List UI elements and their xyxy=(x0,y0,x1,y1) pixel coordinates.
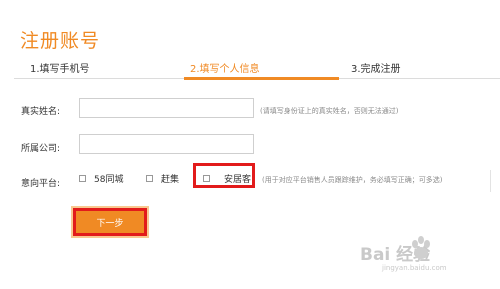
checkbox-ganji[interactable] xyxy=(146,175,153,182)
company-label: 所属公司: xyxy=(21,144,61,154)
real-name-label: 真实姓名: xyxy=(21,107,61,117)
baidu-jingyan-watermark: Bai 经验 jingyan.baidu.com xyxy=(356,236,486,280)
platform-hint: (用于对应平台销售人员跟踪维护，务必填写正确；可多选) xyxy=(262,176,443,184)
real-name-hint: (请填写身份证上的真实姓名，否则无法通过) xyxy=(260,107,399,115)
checkbox-58[interactable] xyxy=(79,175,86,182)
step-3: 3.完成注册 xyxy=(351,64,401,75)
next-step-button[interactable]: 下一步 xyxy=(73,208,147,236)
company-input[interactable] xyxy=(79,134,254,154)
platform-label: 意向平台: xyxy=(21,179,61,189)
step-2-active: 2.填写个人信息 xyxy=(190,64,260,75)
watermark-sub-text: jingyan.baidu.com xyxy=(382,264,447,272)
option-label-58: 58同城 xyxy=(94,175,124,185)
platform-option-ganji[interactable]: 赶集 xyxy=(146,172,179,185)
active-step-indicator xyxy=(184,77,339,80)
real-name-input[interactable] xyxy=(79,98,254,118)
platform-option-58[interactable]: 58同城 xyxy=(79,172,123,185)
anjuke-highlight-box xyxy=(193,163,255,188)
baidu-paw-icon xyxy=(412,236,430,259)
page-title: 注册账号 xyxy=(20,30,101,52)
step-1: 1.填写手机号 xyxy=(30,64,90,75)
option-label-ganji: 赶集 xyxy=(161,175,180,185)
scroll-edge xyxy=(490,170,500,192)
step-bar: 1.填写手机号 2.填写个人信息 3.完成注册 xyxy=(14,52,500,80)
